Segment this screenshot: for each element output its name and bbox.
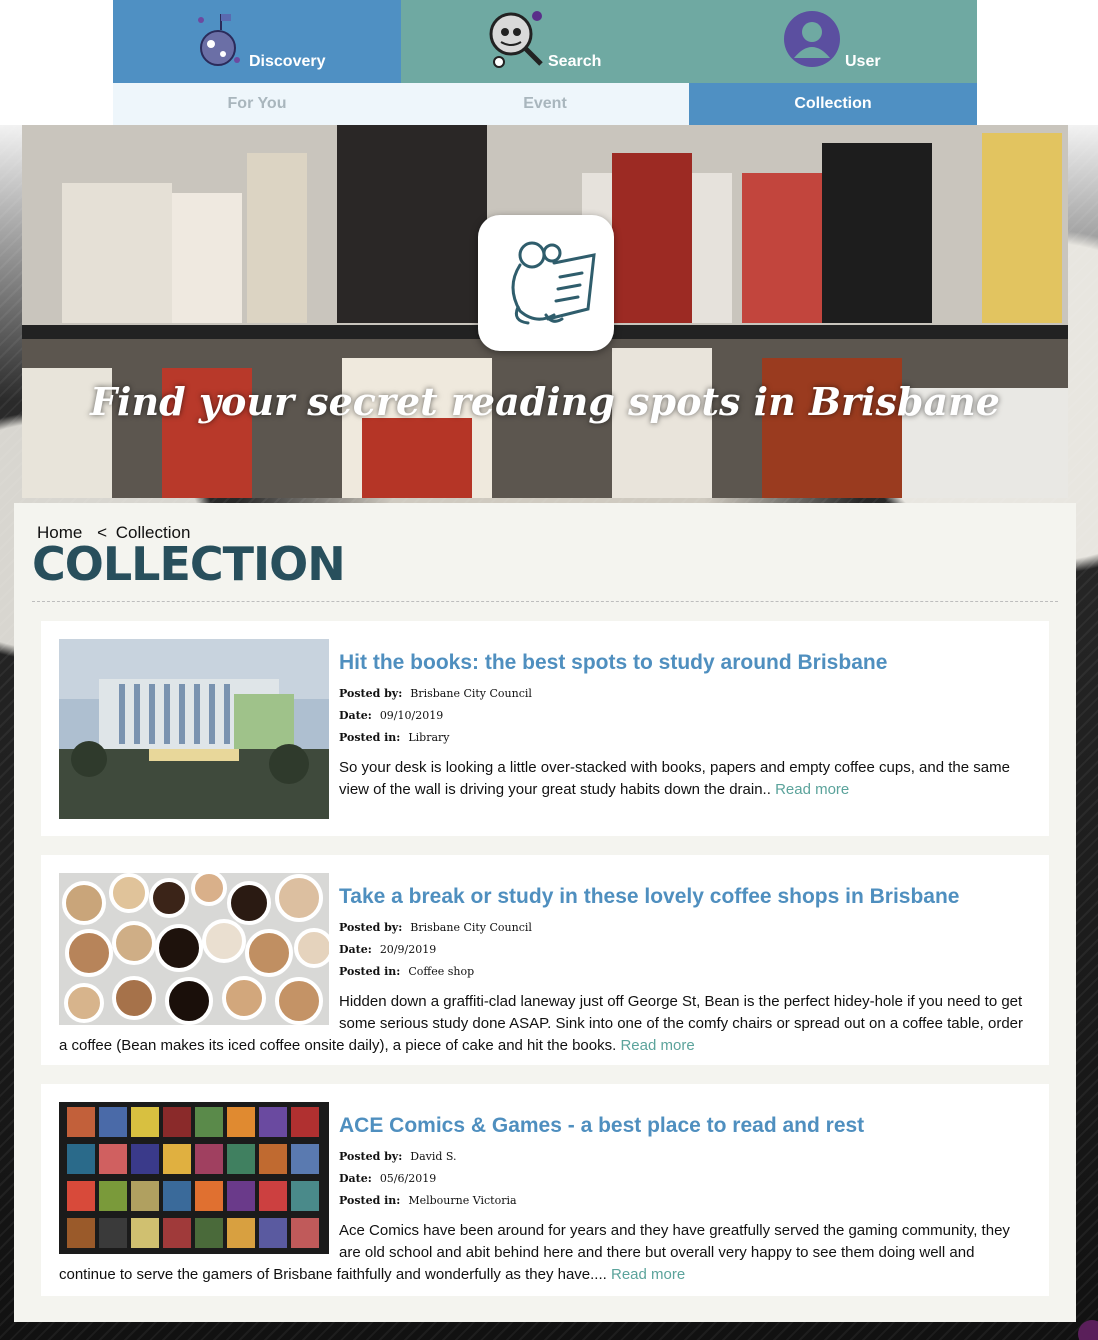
subtab-collection[interactable]: Collection (689, 83, 977, 125)
posted-by-label: Posted by: (339, 921, 403, 934)
posted-in-label: Posted in: (339, 965, 401, 978)
comics-shelf-photo[interactable] (59, 1102, 329, 1254)
book-spine (247, 153, 307, 323)
library-photo[interactable] (59, 639, 329, 819)
book-spine (337, 125, 487, 323)
posted-in-label: Posted in: (339, 1194, 401, 1207)
post-card: ACE Comics & Games - a best place to rea… (41, 1084, 1049, 1296)
post-card: Hit the books: the best spots to study a… (41, 621, 1049, 836)
hero-tagline: Find your secret reading spots in Brisba… (90, 379, 1000, 424)
tab-search[interactable]: Search (401, 0, 689, 83)
book-spine (742, 173, 832, 323)
hero-banner: Find your secret reading spots in Brisba… (22, 125, 1068, 498)
sub-nav: For You Event Collection (113, 83, 977, 125)
posted-in-label: Posted in: (339, 731, 401, 744)
user-icon (784, 11, 840, 67)
posted-in-value: Coffee shop (408, 965, 475, 978)
main-nav: Discovery Search User (113, 0, 977, 83)
tab-search-label: Search (548, 53, 602, 70)
book-spine (982, 133, 1062, 323)
date-value: 05/6/2019 (379, 1172, 437, 1185)
book-spine (822, 143, 932, 323)
posted-by-value: David S. (410, 1150, 457, 1163)
posted-in-value: Library (408, 731, 450, 744)
subtab-event[interactable]: Event (401, 83, 689, 125)
app-logo (478, 215, 614, 351)
posted-by-value: Brisbane City Council (410, 687, 532, 700)
tab-user-label: User (845, 53, 881, 70)
planet-icon (198, 14, 240, 66)
excerpt-text: So your desk is looking a little over-st… (339, 759, 1010, 798)
posted-by-label: Posted by: (339, 687, 403, 700)
reading-mascot-icon (511, 241, 596, 325)
date-value: 09/10/2019 (379, 709, 444, 722)
tab-user[interactable]: User (689, 0, 977, 83)
read-more-link[interactable]: Read more (611, 1266, 685, 1283)
posted-by-value: Brisbane City Council (410, 921, 532, 934)
book-spine (612, 153, 692, 323)
subtab-for-you[interactable]: For You (113, 83, 401, 125)
date-label: Date: (339, 943, 372, 956)
magnifier-icon (489, 11, 543, 68)
date-label: Date: (339, 1172, 372, 1185)
date-value: 20/9/2019 (379, 943, 437, 956)
book-spine (172, 193, 242, 323)
post-card: Take a break or study in these lovely co… (41, 855, 1049, 1065)
read-more-link[interactable]: Read more (620, 1037, 694, 1054)
posted-by-label: Posted by: (339, 1150, 403, 1163)
tab-discovery-label: Discovery (249, 53, 326, 70)
tab-discovery[interactable]: Discovery (113, 0, 401, 83)
read-more-link[interactable]: Read more (775, 781, 849, 798)
coffee-cups-photo[interactable] (59, 873, 329, 1025)
date-label: Date: (339, 709, 372, 722)
content-panel: Home < Collection Collection Hit the boo… (14, 503, 1076, 1322)
divider (32, 601, 1058, 602)
page-title: Collection (32, 537, 346, 591)
posted-in-value: Melbourne Victoria (408, 1194, 517, 1207)
book-spine (62, 183, 172, 323)
book-cover (362, 418, 472, 498)
